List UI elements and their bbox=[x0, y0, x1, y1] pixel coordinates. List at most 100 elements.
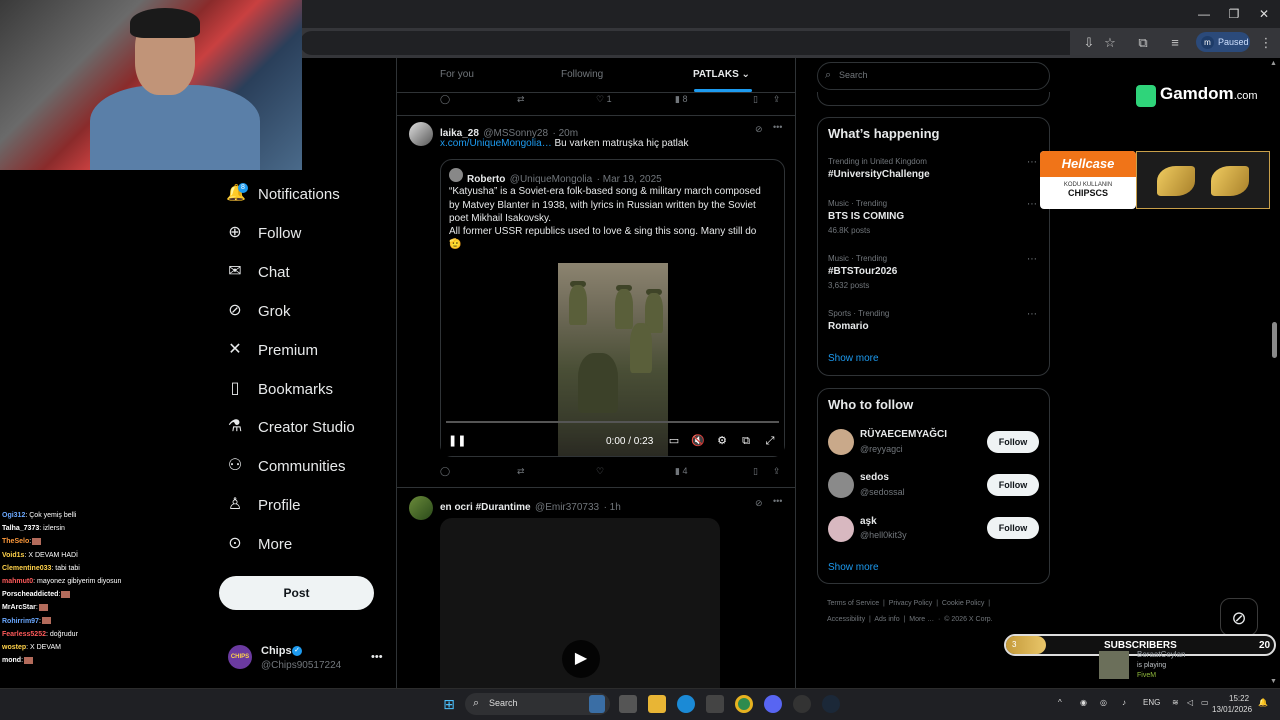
follow-button[interactable]: Follow bbox=[987, 431, 1039, 453]
edge-icon[interactable] bbox=[677, 695, 695, 713]
user-name[interactable]: sedos bbox=[860, 472, 889, 483]
battery-icon[interactable]: ▭ bbox=[1201, 698, 1209, 707]
trend-more-icon[interactable]: ⋯ bbox=[1027, 254, 1037, 265]
tweet-link[interactable]: x.com/UniqueMongolia… bbox=[440, 138, 552, 149]
follow-button[interactable]: Follow bbox=[987, 517, 1039, 539]
discord-icon[interactable] bbox=[764, 695, 782, 713]
chat-username[interactable]: TheSelo bbox=[2, 538, 29, 545]
store-icon[interactable] bbox=[706, 695, 724, 713]
retweet-icon[interactable]: ⇄ bbox=[517, 466, 525, 477]
footer-terms-link[interactable]: Terms of Service bbox=[827, 600, 879, 607]
steam-icon[interactable] bbox=[822, 695, 840, 713]
tweet-author-avatar[interactable] bbox=[409, 122, 433, 146]
volume-icon[interactable]: ◁ bbox=[1187, 698, 1193, 707]
trend-more-icon[interactable]: ⋯ bbox=[1027, 309, 1037, 320]
tweet-time[interactable]: · 1h bbox=[604, 502, 621, 513]
user-name[interactable]: aşk bbox=[860, 516, 877, 527]
tab-patlaks[interactable]: PATLAKS ⌄ bbox=[693, 69, 750, 80]
account-more-icon[interactable]: ••• bbox=[371, 651, 383, 663]
close-icon[interactable]: ✕ bbox=[1256, 6, 1272, 22]
user-avatar[interactable] bbox=[828, 516, 854, 542]
share-icon[interactable]: ⇪ bbox=[773, 94, 781, 105]
chat-username[interactable]: Rohirrim97 bbox=[2, 618, 39, 625]
trend-item[interactable]: Music · Trending BTS IS COMING 46.8K pos… bbox=[828, 199, 1040, 235]
tweet-author-handle[interactable]: @Emir370733 bbox=[535, 502, 599, 513]
scroll-down-icon[interactable]: ▼ bbox=[1270, 678, 1277, 685]
chat-username[interactable]: Talha_7373 bbox=[2, 525, 39, 532]
footer-cookie-link[interactable]: Cookie Policy bbox=[942, 600, 984, 607]
chat-username[interactable]: MrArcStar bbox=[2, 604, 36, 611]
pause-icon[interactable]: ❚❚ bbox=[448, 434, 466, 448]
chat-username[interactable]: mond bbox=[2, 657, 21, 664]
captions-icon[interactable]: ▭ bbox=[667, 434, 681, 448]
tray-language[interactable]: ENG bbox=[1143, 698, 1160, 707]
chat-username[interactable]: Fearless5252 bbox=[2, 631, 46, 638]
star-icon[interactable]: ☆ bbox=[1101, 34, 1119, 52]
bookmark-icon[interactable]: ▯ bbox=[753, 466, 758, 477]
notification-bell-icon[interactable]: 🔔 bbox=[1258, 698, 1268, 707]
user-avatar[interactable] bbox=[828, 429, 854, 455]
tab-for-you[interactable]: For you bbox=[440, 69, 474, 80]
browser-menu-icon[interactable]: ⋮ bbox=[1257, 34, 1275, 52]
windows-start-icon[interactable]: ⊞ bbox=[440, 695, 458, 713]
nav-premium[interactable]: ✕ Premium bbox=[226, 336, 318, 364]
reply-icon[interactable]: ◯ bbox=[440, 94, 450, 105]
pip-icon[interactable]: ⧉ bbox=[739, 434, 753, 448]
nav-grok[interactable]: ⊘ Grok bbox=[226, 297, 290, 325]
tweet-more-icon[interactable]: ••• bbox=[773, 496, 782, 506]
user-avatar[interactable] bbox=[828, 472, 854, 498]
footer-privacy-link[interactable]: Privacy Policy bbox=[889, 600, 933, 607]
post-button[interactable]: Post bbox=[219, 576, 374, 610]
trend-item[interactable]: Trending in United Kingdom #UniversityCh… bbox=[828, 157, 1040, 180]
chat-username[interactable]: Clementine033 bbox=[2, 565, 51, 572]
reply-icon[interactable]: ◯ bbox=[440, 466, 450, 477]
grok-icon[interactable]: ⊘ bbox=[755, 498, 763, 509]
profile-paused-button[interactable]: m Paused bbox=[1196, 32, 1250, 52]
clock-time[interactable]: 15:22 bbox=[1229, 694, 1249, 703]
trend-item[interactable]: Sports · Trending Romario bbox=[828, 309, 1040, 332]
user-name[interactable]: RÜYAECEMYAĞCI bbox=[860, 429, 947, 440]
bookmark-icon[interactable]: ▯ bbox=[753, 94, 758, 105]
clock-date[interactable]: 13/01/2026 bbox=[1212, 705, 1252, 714]
account-name[interactable]: Chips bbox=[261, 645, 292, 657]
tweet-author-name[interactable]: en ocri #Durantime bbox=[440, 502, 531, 513]
retweet-icon[interactable]: ⇄ bbox=[517, 94, 525, 105]
nav-bookmarks[interactable]: ▯ Bookmarks bbox=[226, 375, 333, 403]
task-view-icon[interactable] bbox=[619, 695, 637, 713]
chat-username[interactable]: Porscheaddicted bbox=[2, 591, 58, 598]
grok-icon[interactable]: ⊘ bbox=[755, 124, 763, 135]
follow-button[interactable]: Follow bbox=[987, 474, 1039, 496]
play-icon[interactable]: ▶ bbox=[562, 640, 600, 678]
wifi-icon[interactable]: ≋ bbox=[1172, 698, 1179, 707]
nav-creator-studio[interactable]: ⚗ Creator Studio bbox=[226, 413, 355, 441]
settings-gear-icon[interactable]: ⚙ bbox=[715, 434, 729, 448]
chat-username[interactable]: wostep bbox=[2, 644, 26, 651]
tray-mic-icon[interactable]: ♪ bbox=[1122, 698, 1126, 707]
share-icon[interactable]: ⇪ bbox=[773, 466, 781, 477]
chat-username[interactable]: Void1s bbox=[2, 552, 24, 559]
nav-profile[interactable]: ♙ Profile bbox=[226, 491, 301, 519]
views-button[interactable]: ▮ 4 bbox=[675, 466, 687, 477]
address-bar[interactable] bbox=[300, 31, 1070, 55]
minimize-icon[interactable]: — bbox=[1196, 6, 1212, 22]
views-button[interactable]: ▮ 8 bbox=[675, 94, 687, 105]
tray-discord-icon[interactable]: ◉ bbox=[1080, 698, 1087, 707]
footer-ads-link[interactable]: Ads info bbox=[874, 616, 899, 623]
nav-communities[interactable]: ⚇ Communities bbox=[226, 452, 346, 480]
trend-more-icon[interactable]: ⋯ bbox=[1027, 199, 1037, 210]
app-icon[interactable] bbox=[793, 695, 811, 713]
video-progress-bar[interactable] bbox=[446, 421, 779, 423]
trends-show-more-link[interactable]: Show more bbox=[828, 353, 879, 364]
tray-chevron-icon[interactable]: ^ bbox=[1058, 698, 1062, 707]
chat-username[interactable]: mahmut0 bbox=[2, 578, 33, 585]
scroll-up-icon[interactable]: ▲ bbox=[1270, 60, 1277, 67]
chrome-icon[interactable] bbox=[735, 695, 753, 713]
wtf-show-more-link[interactable]: Show more bbox=[828, 562, 879, 573]
scrollbar-thumb[interactable] bbox=[1272, 322, 1277, 358]
like-button[interactable]: ♡ 1 bbox=[596, 94, 612, 105]
nav-chat[interactable]: ✉ Chat bbox=[226, 258, 289, 286]
file-explorer-icon[interactable] bbox=[648, 695, 666, 713]
footer-more-link[interactable]: More … bbox=[909, 616, 934, 623]
tweet-author-avatar[interactable] bbox=[409, 496, 433, 520]
grok-fab-icon[interactable]: ⊘ bbox=[1220, 598, 1258, 636]
